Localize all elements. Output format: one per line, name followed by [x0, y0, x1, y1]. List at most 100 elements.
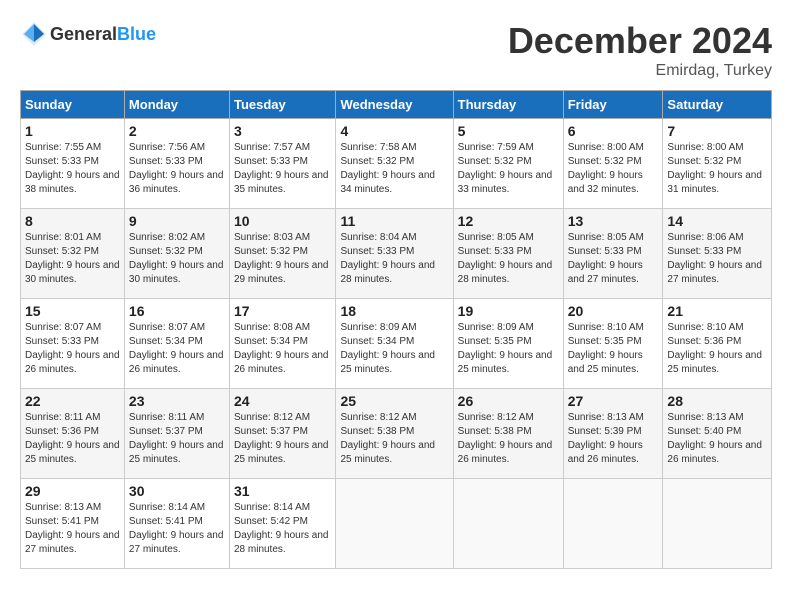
calendar-cell: 21 Sunrise: 8:10 AMSunset: 5:36 PMDaylig…	[663, 299, 772, 389]
day-info: Sunrise: 8:09 AMSunset: 5:35 PMDaylight:…	[458, 321, 559, 377]
day-info: Sunrise: 8:07 AMSunset: 5:33 PMDaylight:…	[25, 321, 120, 377]
day-number: 5	[458, 123, 559, 139]
calendar-cell: 18 Sunrise: 8:09 AMSunset: 5:34 PMDaylig…	[336, 299, 453, 389]
day-number: 30	[129, 483, 225, 499]
day-number: 17	[234, 303, 331, 319]
weekday-header: Thursday	[453, 91, 563, 119]
calendar-cell: 8 Sunrise: 8:01 AMSunset: 5:32 PMDayligh…	[21, 209, 125, 299]
day-number: 3	[234, 123, 331, 139]
day-info: Sunrise: 8:12 AMSunset: 5:38 PMDaylight:…	[458, 411, 559, 467]
day-info: Sunrise: 8:13 AMSunset: 5:40 PMDaylight:…	[667, 411, 767, 467]
calendar-cell: 30 Sunrise: 8:14 AMSunset: 5:41 PMDaylig…	[124, 479, 229, 569]
logo-blue: Blue	[117, 24, 156, 44]
day-info: Sunrise: 8:11 AMSunset: 5:37 PMDaylight:…	[129, 411, 225, 467]
day-number: 10	[234, 213, 331, 229]
day-info: Sunrise: 7:55 AMSunset: 5:33 PMDaylight:…	[25, 141, 120, 197]
calendar-week-row: 8 Sunrise: 8:01 AMSunset: 5:32 PMDayligh…	[21, 209, 772, 299]
weekday-header: Tuesday	[229, 91, 335, 119]
calendar-cell	[336, 479, 453, 569]
day-number: 21	[667, 303, 767, 319]
calendar-cell: 29 Sunrise: 8:13 AMSunset: 5:41 PMDaylig…	[21, 479, 125, 569]
month-title: December 2024	[508, 20, 772, 62]
calendar-week-row: 15 Sunrise: 8:07 AMSunset: 5:33 PMDaylig…	[21, 299, 772, 389]
day-info: Sunrise: 7:56 AMSunset: 5:33 PMDaylight:…	[129, 141, 225, 197]
day-number: 6	[568, 123, 659, 139]
calendar-cell	[453, 479, 563, 569]
day-number: 20	[568, 303, 659, 319]
day-info: Sunrise: 7:57 AMSunset: 5:33 PMDaylight:…	[234, 141, 331, 197]
day-number: 27	[568, 393, 659, 409]
day-info: Sunrise: 8:07 AMSunset: 5:34 PMDaylight:…	[129, 321, 225, 377]
calendar-header-row: SundayMondayTuesdayWednesdayThursdayFrid…	[21, 91, 772, 119]
day-info: Sunrise: 8:00 AMSunset: 5:32 PMDaylight:…	[667, 141, 767, 197]
day-number: 12	[458, 213, 559, 229]
calendar-week-row: 22 Sunrise: 8:11 AMSunset: 5:36 PMDaylig…	[21, 389, 772, 479]
calendar-cell: 20 Sunrise: 8:10 AMSunset: 5:35 PMDaylig…	[563, 299, 663, 389]
calendar-cell: 2 Sunrise: 7:56 AMSunset: 5:33 PMDayligh…	[124, 119, 229, 209]
day-info: Sunrise: 8:14 AMSunset: 5:42 PMDaylight:…	[234, 501, 331, 557]
calendar-cell: 23 Sunrise: 8:11 AMSunset: 5:37 PMDaylig…	[124, 389, 229, 479]
day-number: 26	[458, 393, 559, 409]
calendar-cell: 10 Sunrise: 8:03 AMSunset: 5:32 PMDaylig…	[229, 209, 335, 299]
day-number: 22	[25, 393, 120, 409]
weekday-header: Monday	[124, 91, 229, 119]
day-info: Sunrise: 8:08 AMSunset: 5:34 PMDaylight:…	[234, 321, 331, 377]
day-number: 31	[234, 483, 331, 499]
calendar-cell: 13 Sunrise: 8:05 AMSunset: 5:33 PMDaylig…	[563, 209, 663, 299]
day-number: 2	[129, 123, 225, 139]
day-info: Sunrise: 7:58 AMSunset: 5:32 PMDaylight:…	[340, 141, 448, 197]
day-number: 23	[129, 393, 225, 409]
logo: GeneralBlue	[20, 20, 156, 48]
calendar-cell: 6 Sunrise: 8:00 AMSunset: 5:32 PMDayligh…	[563, 119, 663, 209]
day-info: Sunrise: 8:11 AMSunset: 5:36 PMDaylight:…	[25, 411, 120, 467]
day-number: 18	[340, 303, 448, 319]
calendar-week-row: 29 Sunrise: 8:13 AMSunset: 5:41 PMDaylig…	[21, 479, 772, 569]
calendar-cell	[663, 479, 772, 569]
day-number: 15	[25, 303, 120, 319]
calendar-cell: 1 Sunrise: 7:55 AMSunset: 5:33 PMDayligh…	[21, 119, 125, 209]
page-header: GeneralBlue December 2024 Emirdag, Turke…	[20, 20, 772, 80]
calendar-cell: 28 Sunrise: 8:13 AMSunset: 5:40 PMDaylig…	[663, 389, 772, 479]
calendar-cell: 24 Sunrise: 8:12 AMSunset: 5:37 PMDaylig…	[229, 389, 335, 479]
calendar-cell: 25 Sunrise: 8:12 AMSunset: 5:38 PMDaylig…	[336, 389, 453, 479]
calendar-cell: 5 Sunrise: 7:59 AMSunset: 5:32 PMDayligh…	[453, 119, 563, 209]
day-info: Sunrise: 8:04 AMSunset: 5:33 PMDaylight:…	[340, 231, 448, 287]
day-info: Sunrise: 8:10 AMSunset: 5:36 PMDaylight:…	[667, 321, 767, 377]
calendar-cell: 27 Sunrise: 8:13 AMSunset: 5:39 PMDaylig…	[563, 389, 663, 479]
day-number: 1	[25, 123, 120, 139]
day-number: 7	[667, 123, 767, 139]
calendar-cell: 12 Sunrise: 8:05 AMSunset: 5:33 PMDaylig…	[453, 209, 563, 299]
location-title: Emirdag, Turkey	[508, 62, 772, 80]
calendar-cell: 7 Sunrise: 8:00 AMSunset: 5:32 PMDayligh…	[663, 119, 772, 209]
calendar-cell: 19 Sunrise: 8:09 AMSunset: 5:35 PMDaylig…	[453, 299, 563, 389]
calendar-cell	[563, 479, 663, 569]
day-info: Sunrise: 8:02 AMSunset: 5:32 PMDaylight:…	[129, 231, 225, 287]
day-number: 9	[129, 213, 225, 229]
title-area: December 2024 Emirdag, Turkey	[508, 20, 772, 80]
weekday-header: Saturday	[663, 91, 772, 119]
day-info: Sunrise: 8:05 AMSunset: 5:33 PMDaylight:…	[458, 231, 559, 287]
weekday-header: Sunday	[21, 91, 125, 119]
day-info: Sunrise: 8:00 AMSunset: 5:32 PMDaylight:…	[568, 141, 659, 197]
calendar-cell: 3 Sunrise: 7:57 AMSunset: 5:33 PMDayligh…	[229, 119, 335, 209]
calendar-cell: 16 Sunrise: 8:07 AMSunset: 5:34 PMDaylig…	[124, 299, 229, 389]
day-number: 19	[458, 303, 559, 319]
day-info: Sunrise: 8:05 AMSunset: 5:33 PMDaylight:…	[568, 231, 659, 287]
day-info: Sunrise: 7:59 AMSunset: 5:32 PMDaylight:…	[458, 141, 559, 197]
calendar-cell: 4 Sunrise: 7:58 AMSunset: 5:32 PMDayligh…	[336, 119, 453, 209]
calendar-table: SundayMondayTuesdayWednesdayThursdayFrid…	[20, 90, 772, 569]
day-number: 24	[234, 393, 331, 409]
day-info: Sunrise: 8:12 AMSunset: 5:37 PMDaylight:…	[234, 411, 331, 467]
day-info: Sunrise: 8:13 AMSunset: 5:39 PMDaylight:…	[568, 411, 659, 467]
calendar-cell: 26 Sunrise: 8:12 AMSunset: 5:38 PMDaylig…	[453, 389, 563, 479]
calendar-cell: 15 Sunrise: 8:07 AMSunset: 5:33 PMDaylig…	[21, 299, 125, 389]
calendar-cell: 22 Sunrise: 8:11 AMSunset: 5:36 PMDaylig…	[21, 389, 125, 479]
day-number: 13	[568, 213, 659, 229]
day-number: 14	[667, 213, 767, 229]
day-number: 28	[667, 393, 767, 409]
day-number: 8	[25, 213, 120, 229]
calendar-week-row: 1 Sunrise: 7:55 AMSunset: 5:33 PMDayligh…	[21, 119, 772, 209]
logo-icon	[20, 20, 48, 48]
day-info: Sunrise: 8:06 AMSunset: 5:33 PMDaylight:…	[667, 231, 767, 287]
weekday-header: Friday	[563, 91, 663, 119]
